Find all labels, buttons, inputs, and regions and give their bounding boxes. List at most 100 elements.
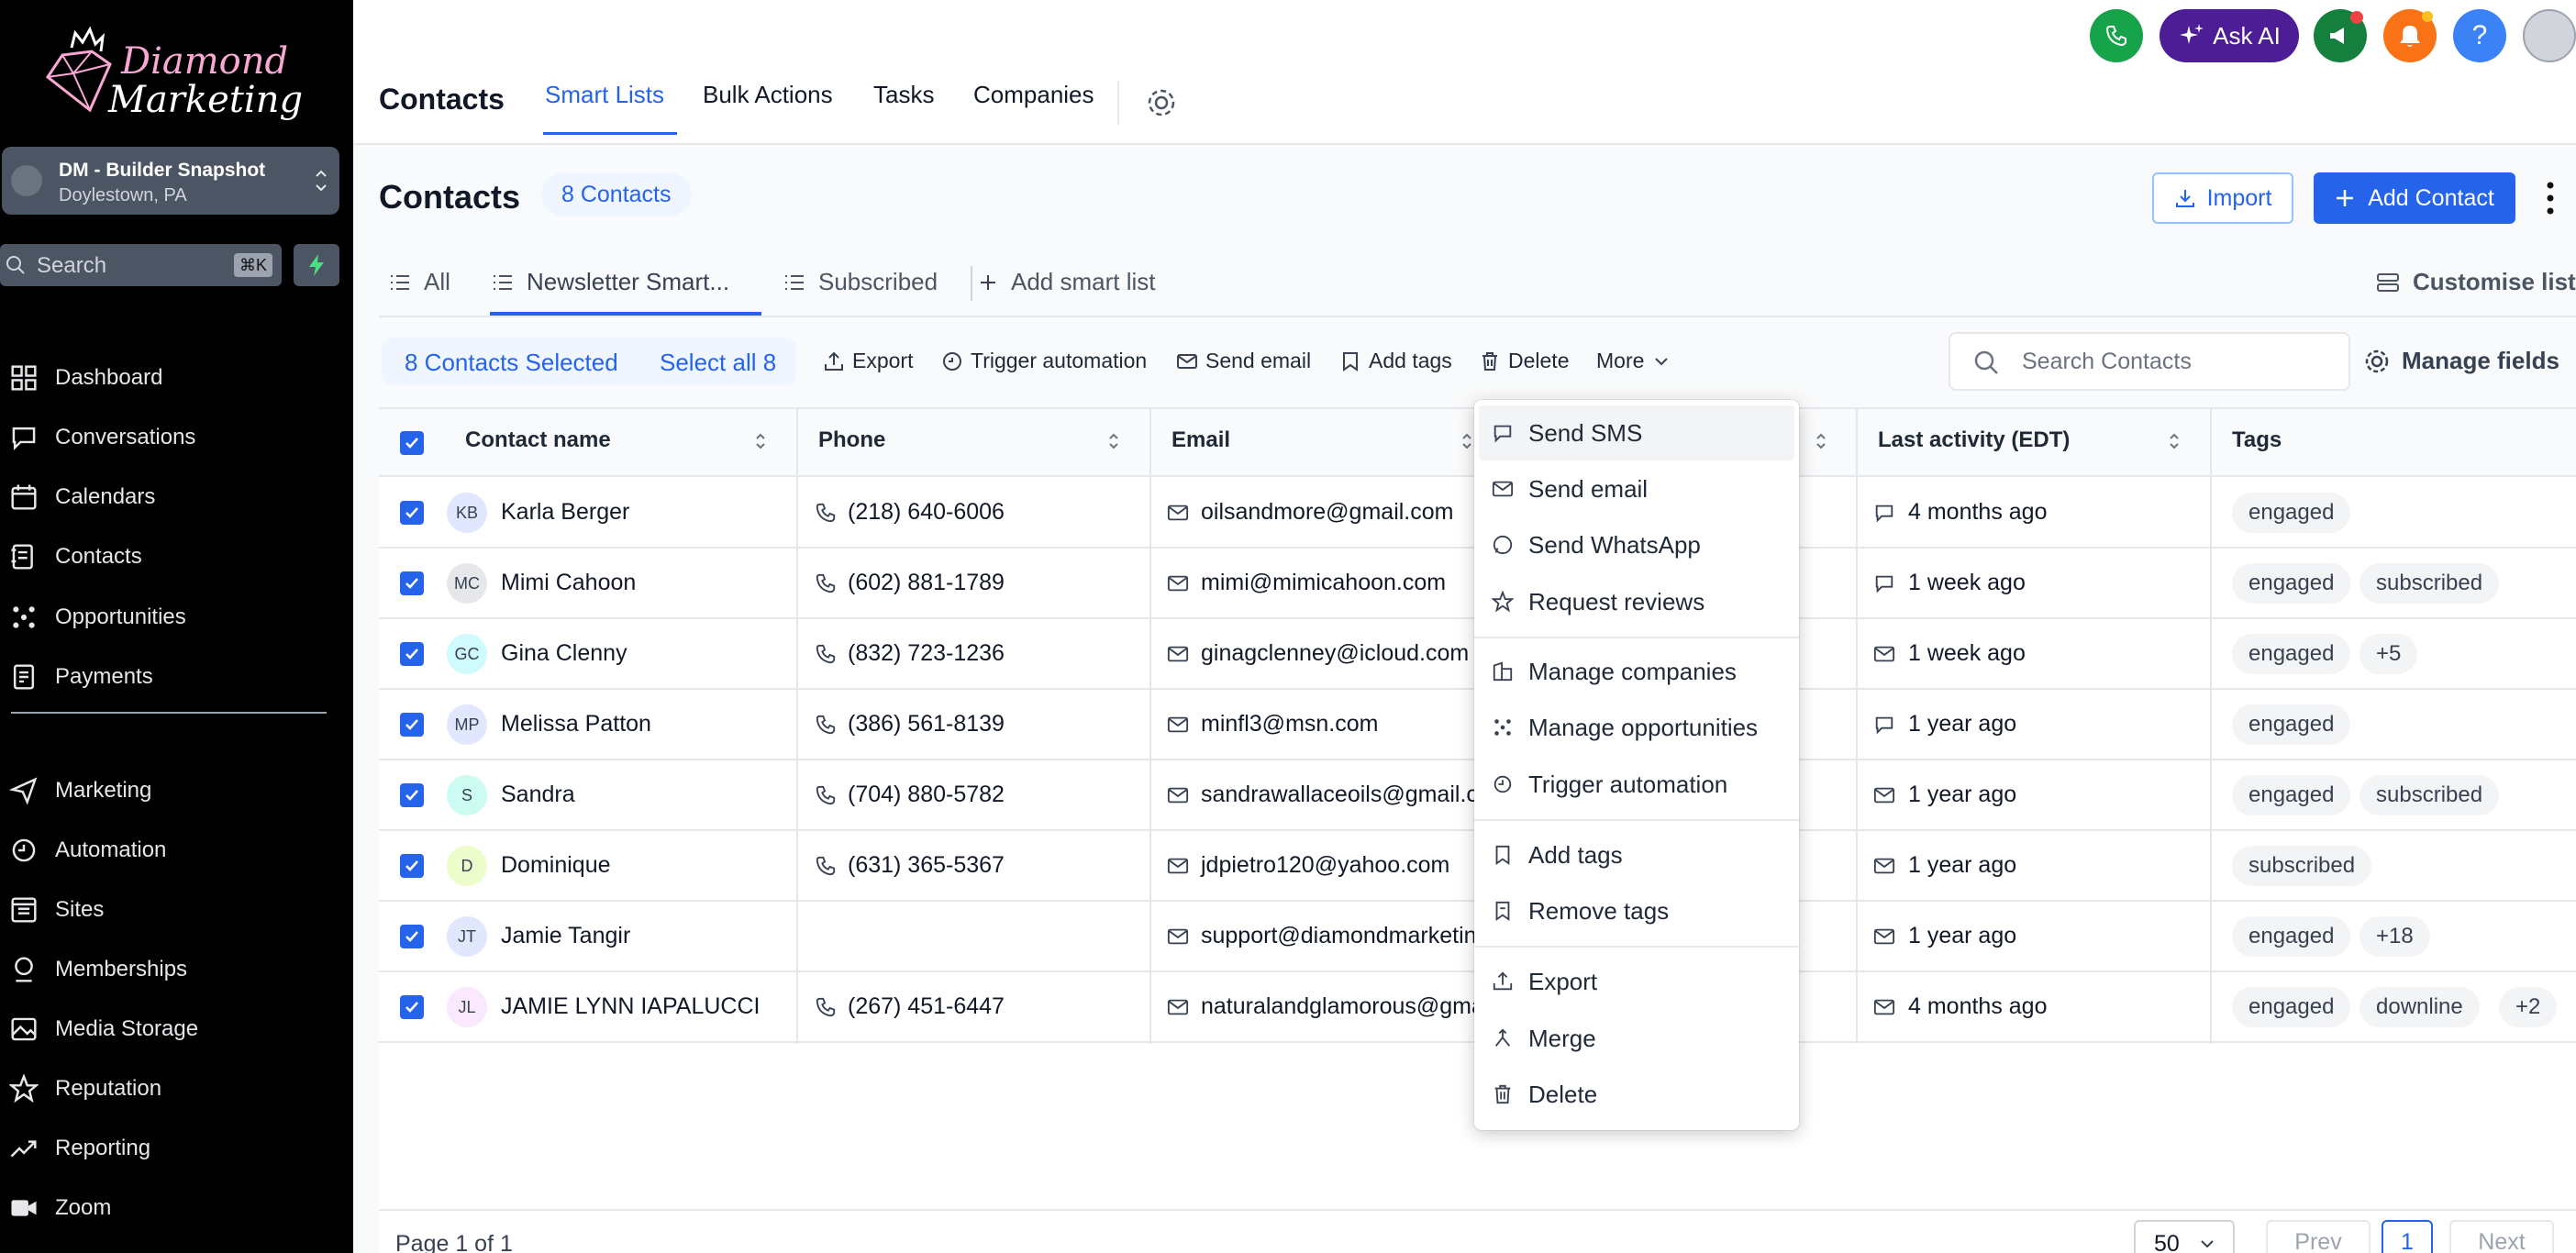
menu-item-manage-opportunities[interactable]: Manage opportunities <box>1479 700 1794 755</box>
contact-name[interactable]: Gina Clenny <box>501 640 627 667</box>
tab-companies[interactable]: Companies <box>973 81 1094 109</box>
contact-email[interactable]: jdpietro120@yahoo.com <box>1201 852 1449 879</box>
contact-email[interactable]: ginagclenney@icloud.com <box>1201 640 1469 667</box>
bulk-add-tags-button[interactable]: Add tags <box>1339 349 1452 373</box>
manage-fields-button[interactable]: Manage fields <box>2363 347 2559 375</box>
select-all-button[interactable]: Select all 8 <box>660 349 776 377</box>
more-options-button[interactable] <box>2541 178 2559 218</box>
menu-item-export[interactable]: Export <box>1479 954 1794 1009</box>
contact-email[interactable]: minfl3@msn.com <box>1201 711 1378 737</box>
contact-email[interactable]: oilsandmore@gmail.com <box>1201 499 1453 526</box>
contact-email[interactable]: mimi@mimicahoon.com <box>1201 570 1446 596</box>
contact-phone[interactable]: (602) 881-1789 <box>848 570 1005 596</box>
column-header-tags[interactable]: Tags <box>2232 427 2282 453</box>
contact-phone[interactable]: (631) 365-5367 <box>848 852 1005 879</box>
bulk-more-button[interactable]: More <box>1596 349 1671 373</box>
menu-item-delete[interactable]: Delete <box>1479 1067 1794 1122</box>
bulk-export-button[interactable]: Export <box>823 349 913 373</box>
ask-ai-button[interactable]: Ask AI <box>2160 9 2299 62</box>
contact-phone[interactable]: (267) 451-6447 <box>848 993 1005 1020</box>
menu-item-remove-tags[interactable]: Remove tags <box>1479 883 1794 938</box>
menu-item-manage-companies[interactable]: Manage companies <box>1479 644 1794 699</box>
sidebar-item-reputation[interactable]: Reputation <box>9 1069 161 1109</box>
row-checkbox[interactable] <box>400 854 424 878</box>
tab-bulk-actions[interactable]: Bulk Actions <box>703 81 833 109</box>
list-tab-subscribed[interactable]: Subscribed <box>783 268 938 296</box>
column-header-phone[interactable]: Phone <box>818 427 885 453</box>
page-size-select[interactable]: 50 <box>2134 1220 2235 1253</box>
sidebar-item-opportunities[interactable]: Opportunities <box>9 597 186 638</box>
sidebar-item-calendars[interactable]: Calendars <box>9 477 155 517</box>
select-all-checkbox[interactable] <box>400 431 424 455</box>
sidebar-item-memberships[interactable]: Memberships <box>9 949 187 990</box>
bulk-trigger-automation-button[interactable]: Trigger automation <box>941 349 1147 373</box>
column-header-name[interactable]: Contact name <box>465 427 611 453</box>
page-1-button[interactable]: 1 <box>2382 1220 2433 1253</box>
column-header-email[interactable]: Email <box>1171 427 1230 453</box>
tab-tasks[interactable]: Tasks <box>873 81 934 109</box>
bulk-send-email-button[interactable]: Send email <box>1176 349 1311 373</box>
contact-name[interactable]: Melissa Patton <box>501 711 651 737</box>
contact-phone[interactable]: (218) 640-6006 <box>848 499 1005 526</box>
bulk-delete-button[interactable]: Delete <box>1479 349 1569 373</box>
contact-email[interactable]: sandrawallaceoils@gmail.com <box>1201 782 1510 808</box>
settings-button[interactable] <box>1145 86 1178 119</box>
menu-item-trigger-automation[interactable]: Trigger automation <box>1479 757 1794 812</box>
sidebar-item-dashboard[interactable]: Dashboard <box>9 358 162 398</box>
help-button[interactable]: ? <box>2453 9 2506 62</box>
import-button[interactable]: Import <box>2152 172 2293 224</box>
menu-item-send-sms[interactable]: Send SMS <box>1479 405 1794 460</box>
sidebar-item-conversations[interactable]: Conversations <box>9 417 195 458</box>
row-checkbox[interactable] <box>400 501 424 525</box>
notifications-button[interactable] <box>2383 9 2437 62</box>
sidebar-item-contacts[interactable]: Contacts <box>9 537 142 577</box>
add-contact-button[interactable]: Add Contact <box>2314 172 2515 224</box>
contact-name[interactable]: JAMIE LYNN IAPALUCCI <box>501 993 760 1020</box>
sidebar-item-payments[interactable]: Payments <box>9 657 153 697</box>
menu-item-send-whatsapp[interactable]: Send WhatsApp <box>1479 517 1794 572</box>
menu-item-add-tags[interactable]: Add tags <box>1479 827 1794 882</box>
mail-icon <box>1167 787 1189 804</box>
contact-name[interactable]: Sandra <box>501 782 575 808</box>
prev-page-button[interactable]: Prev <box>2266 1220 2371 1253</box>
user-avatar[interactable] <box>2523 9 2576 62</box>
location-switcher[interactable]: DM - Builder Snapshot Doylestown, PA <box>2 147 339 215</box>
contact-name[interactable]: Karla Berger <box>501 499 629 526</box>
contact-name[interactable]: Mimi Cahoon <box>501 570 636 596</box>
menu-item-request-reviews[interactable]: Request reviews <box>1479 574 1794 629</box>
activity-icon-wrap <box>1873 926 1895 948</box>
sidebar-item-reporting[interactable]: Reporting <box>9 1128 150 1169</box>
sidebar-item-sites[interactable]: Sites <box>9 890 104 930</box>
next-page-button[interactable]: Next <box>2449 1220 2554 1253</box>
row-checkbox[interactable] <box>400 783 424 807</box>
customise-list-button[interactable]: Customise list <box>2376 268 2576 296</box>
sidebar-item-marketing[interactable]: Marketing <box>9 771 151 811</box>
contact-name[interactable]: Dominique <box>501 852 611 879</box>
column-header-last-activity[interactable]: Last activity (EDT) <box>1878 427 2070 453</box>
contact-phone[interactable]: (832) 723-1236 <box>848 640 1005 667</box>
tab-smart-lists[interactable]: Smart Lists <box>545 81 664 109</box>
menu-item-send-email[interactable]: Send email <box>1479 461 1794 516</box>
search-contacts-input[interactable]: Search Contacts <box>1949 332 2350 391</box>
sidebar-item-media-storage[interactable]: Media Storage <box>9 1009 198 1049</box>
quick-actions-button[interactable] <box>294 244 339 286</box>
list-tab-newsletter[interactable]: Newsletter Smart... <box>492 268 729 296</box>
row-checkbox[interactable] <box>400 713 424 737</box>
contacts-selected-label[interactable]: 8 Contacts Selected <box>405 349 618 377</box>
sidebar-search[interactable]: Search ⌘K <box>0 244 282 286</box>
brand-logo[interactable]: Diamond Marketing <box>37 20 312 123</box>
row-checkbox[interactable] <box>400 925 424 948</box>
row-checkbox[interactable] <box>400 571 424 595</box>
contact-phone[interactable]: (704) 880-5782 <box>848 782 1005 808</box>
contact-name[interactable]: Jamie Tangir <box>501 923 630 949</box>
menu-item-merge[interactable]: Merge <box>1479 1011 1794 1066</box>
list-tab-all[interactable]: All <box>389 268 450 296</box>
row-checkbox[interactable] <box>400 995 424 1019</box>
add-smart-list-button[interactable]: Add smart list <box>978 268 1156 296</box>
sidebar-item-zoom[interactable]: Zoom <box>9 1188 111 1228</box>
announcements-button[interactable] <box>2314 9 2367 62</box>
row-checkbox[interactable] <box>400 642 424 666</box>
phone-button[interactable] <box>2090 9 2143 62</box>
contact-phone[interactable]: (386) 561-8139 <box>848 711 1005 737</box>
sidebar-item-automation[interactable]: Automation <box>9 830 166 870</box>
